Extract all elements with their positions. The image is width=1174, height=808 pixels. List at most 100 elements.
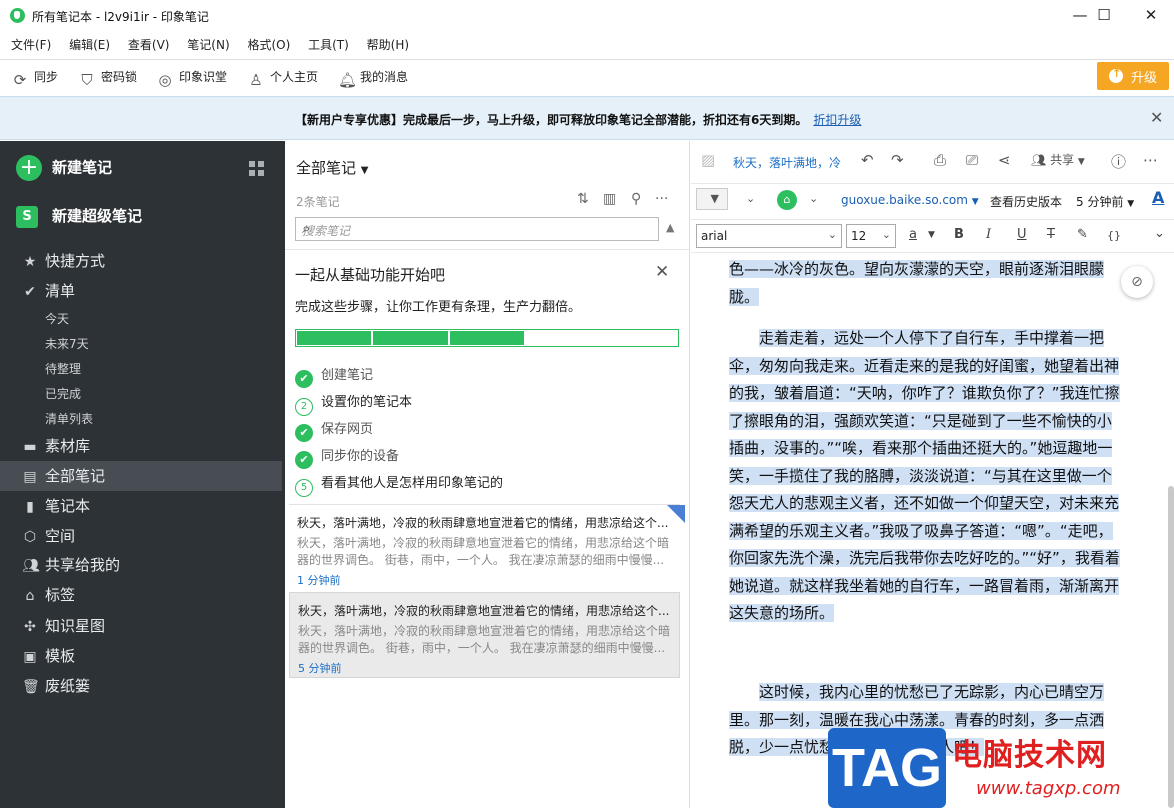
sidebar-item-shared[interactable]: 👥︎ 共享给我的: [0, 550, 282, 580]
progress-segment: [297, 331, 372, 345]
note-list-title[interactable]: 全部笔记 ▼: [296, 157, 369, 178]
source-url-link[interactable]: guoxue.baike.so.com ▼: [841, 193, 979, 207]
font-select[interactable]: arial ⌄: [696, 224, 842, 248]
chevron-down-icon[interactable]: ▼: [928, 230, 935, 240]
menu-view[interactable]: 查看(V): [128, 33, 170, 57]
onboarding-card: 一起从基础功能开始吧 ✕ 完成这些步骤，让你工作更有条理，生产力翻倍。 ✔ 创建笔…: [285, 249, 689, 516]
sidebar-sub-next7days[interactable]: 未来7天: [45, 335, 89, 352]
italic-button[interactable]: I: [986, 227, 991, 242]
more-format-icon[interactable]: ⌄: [1154, 226, 1165, 241]
evernote-logo-icon: [10, 8, 25, 23]
sidebar-item-templates[interactable]: ▣ 模板: [0, 641, 282, 671]
menu-file[interactable]: 文件(F): [11, 33, 51, 57]
more-icon[interactable]: ⋯: [1143, 151, 1158, 169]
close-banner-icon[interactable]: ✕: [1150, 108, 1163, 127]
note-title-crumb[interactable]: 秋天，落叶满地，冷: [733, 154, 849, 171]
note-date: 1 分钟前: [297, 574, 341, 587]
double-chevron-icon[interactable]: ⌄: [746, 192, 755, 205]
main-toolbar: ⟳ 同步 ⛉ 密码锁 ◎ 印象识堂 ♙ 个人主页 🔔︎ 我的消息: [0, 59, 1174, 95]
reminder-bell-icon[interactable]: ⌂: [777, 190, 797, 210]
code-block-button[interactable]: {}: [1107, 229, 1121, 242]
step-label: 看看其他人是怎样用印象笔记的: [321, 476, 504, 491]
view-toggle-icon[interactable]: ▥: [603, 191, 616, 207]
step-label: 设置你的笔记本: [321, 395, 413, 410]
password-lock-button[interactable]: ⛉ 密码锁: [79, 68, 137, 88]
sidebar-item-knowledge-graph[interactable]: ✣ 知识星图: [0, 611, 282, 641]
note-count: 2条笔记: [296, 195, 340, 209]
sidebar-item-trash[interactable]: 🗑︎ 废纸篓: [0, 671, 282, 701]
step-number-icon: 2: [295, 398, 313, 416]
upgrade-button[interactable]: 升级: [1097, 62, 1169, 90]
maximize-button[interactable]: ☐: [1081, 0, 1127, 31]
onboarding-step-explore[interactable]: 5 看看其他人是怎样用印象笔记的: [295, 472, 503, 497]
sidebar-item-checklist[interactable]: ✔ 清单: [0, 276, 282, 306]
onboarding-step-notebook[interactable]: 2 设置你的笔记本: [295, 391, 412, 416]
font-size-select[interactable]: 12 ⌄: [846, 224, 896, 248]
menu-note[interactable]: 笔记(N): [187, 33, 229, 57]
more-icon[interactable]: ···: [655, 191, 668, 207]
sidebar-item-shortcuts[interactable]: ★ 快捷方式: [0, 246, 282, 276]
sidebar-sub-to-organize[interactable]: 待整理: [45, 360, 81, 377]
cube-icon: ⬡: [23, 529, 37, 545]
redo-icon[interactable]: ↷: [891, 151, 904, 169]
profile-button[interactable]: ♙ 个人主页: [248, 68, 318, 88]
check-circle-icon: ✔: [24, 284, 36, 300]
font-size-value: 12: [851, 229, 867, 243]
link-icon[interactable]: ⊘: [1121, 266, 1153, 298]
present-icon[interactable]: ⎚: [966, 151, 978, 169]
notebook-select[interactable]: ▼: [696, 188, 728, 210]
undo-icon[interactable]: ↶: [861, 151, 874, 169]
onboarding-step-sync[interactable]: ✔ 同步你的设备: [295, 445, 399, 469]
history-button[interactable]: 查看历史版本: [990, 193, 1062, 210]
print-icon[interactable]: ⎙: [934, 151, 946, 169]
underline-button[interactable]: U: [1017, 227, 1027, 242]
double-chevron-icon[interactable]: ⌄: [809, 192, 818, 205]
grid-icon[interactable]: [249, 161, 265, 177]
sidebar-sub-checklist-list[interactable]: 清单列表: [45, 410, 93, 427]
reminder-icon[interactable]: ⚲: [631, 191, 641, 207]
sidebar-item-notebooks[interactable]: ▮ 笔记本: [0, 491, 282, 521]
menu-help[interactable]: 帮助(H): [367, 33, 409, 57]
promo-upgrade-link[interactable]: 折扣升级: [813, 113, 861, 127]
sidebar-sub-today[interactable]: 今天: [45, 310, 69, 327]
info-icon[interactable]: ⓘ: [1111, 151, 1126, 172]
sidebar-item-spaces[interactable]: ⬡ 空间: [0, 521, 282, 551]
sidebar-item-label: 全部笔记: [45, 467, 106, 485]
note-card[interactable]: 秋天，落叶满地，冷寂的秋雨肆意地宣泄着它的情绪，用悲凉给这个... 秋天，落叶满…: [289, 592, 680, 678]
highlight-button[interactable]: ✎: [1077, 227, 1088, 242]
menu-edit[interactable]: 编辑(E): [69, 33, 110, 57]
menu-tools[interactable]: 工具(T): [308, 33, 349, 57]
search-input[interactable]: 搜索笔记 ⌕: [295, 217, 659, 241]
archive-icon: ▬: [23, 439, 37, 455]
sort-icon[interactable]: ⇅: [577, 191, 589, 207]
bold-button[interactable]: B: [954, 227, 964, 242]
search-icon[interactable]: ⌕: [302, 219, 652, 237]
people-icon: 👥︎: [1031, 153, 1047, 167]
messages-button[interactable]: 🔔︎ 我的消息: [338, 68, 408, 88]
onboarding-step-create-note[interactable]: ✔ 创建笔记: [295, 364, 373, 388]
strikethrough-button[interactable]: T: [1047, 227, 1055, 242]
share-button[interactable]: 👥︎ 共享 ▼: [1031, 151, 1085, 168]
new-super-note-button[interactable]: S 新建超级笔记: [16, 205, 142, 228]
text-style-icon[interactable]: A: [1152, 188, 1164, 207]
sidebar-item-all-notes[interactable]: ▤ 全部笔记: [0, 461, 282, 491]
note-title: 秋天，落叶满地，冷寂的秋雨肆意地宣泄着它的情绪，用悲凉给这个...: [297, 516, 669, 530]
sidebar-item-materials[interactable]: ▬ 素材库: [0, 431, 282, 461]
note-snippet: 秋天，落叶满地，冷寂的秋雨肆意地宣泄着它的情绪，用悲凉给这个暗器的世界调色。 街…: [298, 624, 670, 655]
onboarding-step-save-web[interactable]: ✔ 保存网页: [295, 418, 373, 442]
sidebar-item-tags[interactable]: ⌂ 标签: [0, 580, 282, 610]
close-icon[interactable]: ✕: [655, 262, 669, 282]
note-card[interactable]: 秋天，落叶满地，冷寂的秋雨肆意地宣泄着它的情绪，用悲凉给这个... 秋天，落叶满…: [289, 504, 685, 590]
collapse-icon[interactable]: ▲: [666, 221, 674, 234]
share-nodes-icon[interactable]: ⋖: [998, 151, 1011, 169]
sidebar-sub-completed[interactable]: 已完成: [45, 385, 81, 402]
modified-time[interactable]: 5 分钟前 ▼: [1076, 193, 1134, 210]
sync-button[interactable]: ⟳ 同步: [12, 68, 58, 88]
progress-segment: [449, 331, 524, 345]
menu-format[interactable]: 格式(O): [247, 33, 290, 57]
note-snippet: 秋天，落叶满地，冷寂的秋雨肆意地宣泄着它的情绪，用悲凉给这个暗器的世界调色。 街…: [297, 536, 669, 567]
yinxiang-school-button[interactable]: ◎ 印象识堂: [157, 68, 227, 88]
close-button[interactable]: ✕: [1128, 0, 1174, 31]
font-color-button[interactable]: a: [909, 227, 917, 242]
new-note-button[interactable]: + 新建笔记: [16, 155, 112, 181]
